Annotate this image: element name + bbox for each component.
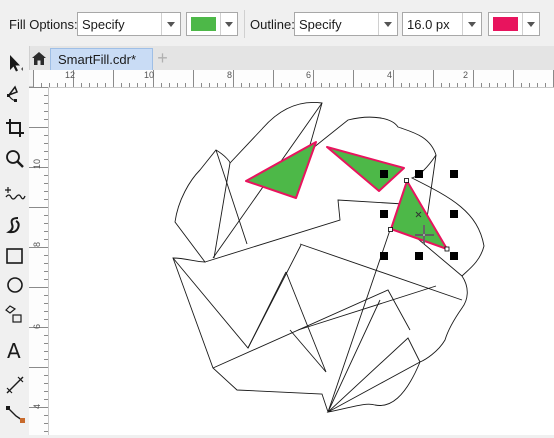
- outline-label: Outline:: [250, 17, 295, 32]
- outline-color-picker[interactable]: [488, 12, 540, 36]
- outline-width-dropdown[interactable]: 16.0 px: [402, 12, 482, 36]
- outline-color-swatch: [493, 17, 518, 31]
- fill-options-dropdown[interactable]: Specify: [77, 12, 181, 36]
- zoom-tool-icon[interactable]: [4, 148, 26, 170]
- chevron-down-icon[interactable]: [161, 13, 180, 35]
- selection-handle[interactable]: [380, 170, 388, 178]
- chevron-down-icon[interactable]: [462, 13, 481, 35]
- document-tab-label: SmartFill.cdr*: [58, 52, 137, 67]
- vertical-ruler[interactable]: 10 8 6 4: [29, 87, 49, 435]
- outline-type-value: Specify: [299, 17, 342, 32]
- chevron-down-icon[interactable]: [220, 13, 237, 35]
- crop-tool-icon[interactable]: [4, 117, 26, 139]
- ruler-label: 4: [387, 70, 393, 80]
- chevron-down-icon[interactable]: [378, 13, 397, 35]
- selection-handle[interactable]: [415, 252, 423, 260]
- polygon-tool-icon[interactable]: [4, 303, 26, 325]
- ruler-label: 4: [32, 403, 42, 409]
- drawing-canvas[interactable]: [49, 88, 554, 435]
- fill-options-value: Specify: [82, 17, 125, 32]
- selection-handle[interactable]: [450, 252, 458, 260]
- freehand-tool-icon[interactable]: [4, 183, 26, 205]
- document-tab[interactable]: SmartFill.cdr*: [50, 48, 153, 70]
- shape-tool-icon[interactable]: [4, 83, 26, 105]
- drawing-artwork[interactable]: [49, 88, 554, 435]
- filled-triangle[interactable]: [326, 146, 405, 192]
- fill-color-picker[interactable]: [186, 12, 238, 36]
- fill-options-label: Fill Options:: [9, 17, 78, 32]
- ruler-label: 8: [32, 241, 42, 247]
- ruler-label: 10: [144, 70, 155, 80]
- artistic-media-tool-icon[interactable]: [4, 214, 26, 236]
- horizontal-ruler-ticks: [33, 70, 554, 87]
- selection-handle[interactable]: [450, 210, 458, 218]
- outline-width-value: 16.0 px: [407, 17, 450, 32]
- selection-handle[interactable]: [380, 252, 388, 260]
- text-tool-icon[interactable]: A: [4, 339, 26, 361]
- add-tab-button[interactable]: +: [154, 49, 171, 67]
- ruler-label: 8: [227, 70, 233, 80]
- fill-color-swatch: [191, 17, 216, 31]
- selection-handle[interactable]: [415, 170, 423, 178]
- home-icon[interactable]: [29, 49, 49, 68]
- vertical-ruler-ticks: [29, 87, 48, 432]
- ruler-label: 10: [32, 158, 42, 169]
- chevron-down-icon[interactable]: [522, 13, 539, 35]
- outline-type-dropdown[interactable]: Specify: [294, 12, 398, 36]
- ruler-label: 12: [65, 70, 76, 80]
- connector-tool-icon[interactable]: [4, 403, 26, 425]
- ellipse-tool-icon[interactable]: [4, 274, 26, 296]
- ruler-label: 6: [306, 70, 312, 80]
- dimension-tool-icon[interactable]: [4, 374, 26, 396]
- ruler-label: 6: [32, 323, 42, 329]
- selection-handle[interactable]: [380, 210, 388, 218]
- pick-tool-icon[interactable]: [4, 52, 26, 74]
- property-bar: Fill Options: Specify Outline: Specify 1…: [0, 0, 554, 47]
- selection-handle[interactable]: [450, 170, 458, 178]
- toolbox: A: [0, 46, 30, 435]
- svg-text:A: A: [7, 339, 21, 361]
- horizontal-ruler[interactable]: 12 10 8 6 4 2: [33, 70, 554, 88]
- toolbar-divider: [244, 10, 245, 38]
- rectangle-tool-icon[interactable]: [4, 245, 26, 267]
- filled-triangle[interactable]: [245, 141, 317, 199]
- ruler-label: 2: [463, 70, 469, 80]
